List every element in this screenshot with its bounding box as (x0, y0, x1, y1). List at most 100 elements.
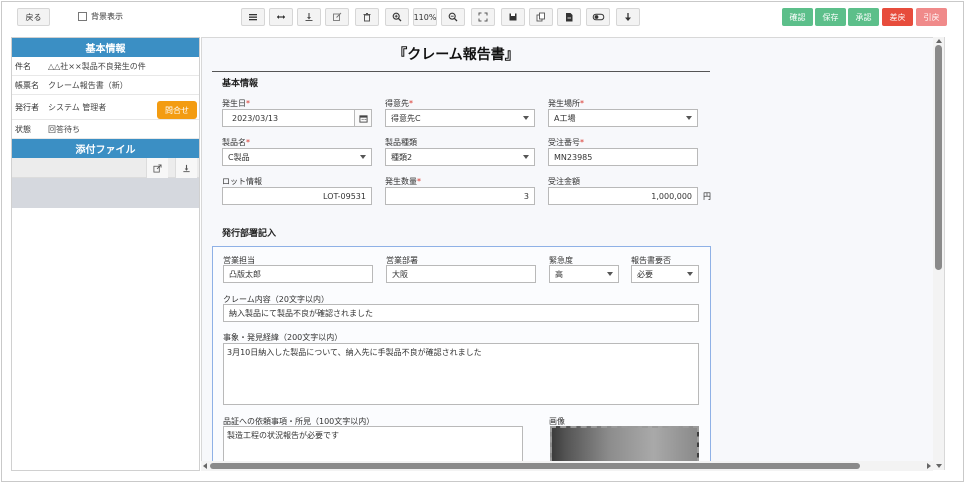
list-icon (249, 14, 257, 21)
attachment-toolbar (12, 158, 199, 178)
product-type-value: 種類2 (391, 152, 413, 162)
checkbox[interactable] (78, 12, 87, 21)
approve-button[interactable]: 承認 (848, 8, 879, 26)
zoom-in-button[interactable] (385, 8, 409, 26)
download-icon (183, 164, 190, 172)
zoom-level: 110% (413, 8, 437, 26)
info-key: 発行者 (15, 102, 39, 112)
file-button[interactable] (557, 8, 581, 26)
zoom-out-icon (448, 12, 458, 22)
scroll-up-icon[interactable] (936, 39, 942, 43)
scroll-right-icon[interactable] (927, 463, 931, 469)
lot-info-input[interactable]: LOT-09531 (222, 187, 372, 205)
product-type-label: 製品種類 (385, 138, 417, 147)
customer-select[interactable]: 得意先C (385, 109, 535, 127)
dept-section-heading: 発行部署記入 (222, 229, 277, 239)
document-title: 『クレーム報告書』 (393, 47, 519, 63)
back-button[interactable]: 戻る (17, 8, 50, 26)
calendar-icon (358, 114, 368, 123)
chevron-down-icon (360, 155, 366, 159)
trash-icon (363, 13, 371, 22)
info-row-subject: 件名 △△社××製品不良発生の件 (12, 57, 199, 76)
urgency-value: 高 (555, 269, 563, 279)
fit-page-button[interactable] (471, 8, 495, 26)
zoom-level-text: 110% (413, 12, 437, 22)
dept-entry-box: 営業担当 凸版太郎 営業部署 大阪 緊急度 高 報告書要否 必要 クレーム内容（… (212, 246, 711, 469)
scroll-down-icon[interactable] (936, 464, 942, 468)
delete-button[interactable] (355, 8, 379, 26)
order-number-input[interactable]: MN23985 (548, 148, 698, 166)
report-needed-value: 必要 (637, 269, 653, 279)
order-amount-input[interactable]: 1,000,000 (548, 187, 698, 205)
occurrence-date-value: 2023/03/13 (232, 113, 279, 123)
calendar-button[interactable] (354, 110, 371, 126)
vertical-scrollbar[interactable] (933, 37, 944, 470)
quantity-label: 発生数量* (385, 177, 421, 186)
customer-value: 得意先C (391, 113, 421, 123)
move-down-button[interactable] (616, 8, 640, 26)
product-type-select[interactable]: 種類2 (385, 148, 535, 166)
background-display-label: 背景表示 (91, 12, 123, 21)
sales-dept-input[interactable]: 大阪 (386, 265, 536, 283)
copy-button[interactable] (529, 8, 553, 26)
save-icon (509, 13, 517, 21)
file-icon (566, 13, 573, 22)
info-row-form-name: 帳票名 クレーム報告書（新） (12, 76, 199, 95)
chevron-down-icon (607, 272, 613, 276)
attachments-header: 添付ファイル (12, 139, 199, 158)
info-panel: 基本情報 件名 △△社××製品不良発生の件 帳票名 クレーム報告書（新） 発行者… (11, 37, 200, 471)
reject-button[interactable]: 差戻 (882, 8, 913, 26)
list-button[interactable] (241, 8, 265, 26)
info-row-status: 状態 回答待ち (12, 120, 199, 139)
info-key: 状態 (15, 124, 31, 134)
customer-label: 得意先* (385, 99, 413, 108)
product-name-select[interactable]: C製品 (222, 148, 372, 166)
vertical-scroll-thumb[interactable] (935, 45, 942, 270)
top-toolbar: 戻る 背景表示 110% 確認 保存 承認 差戻 引戻 (0, 0, 966, 34)
order-number-label: 受注番号* (548, 138, 584, 147)
attachment-list[interactable] (12, 178, 199, 208)
basic-info-header: 基本情報 (12, 38, 199, 57)
confirm-button[interactable]: 確認 (782, 8, 813, 26)
background-display-toggle[interactable]: 背景表示 (78, 11, 123, 22)
chevron-down-icon (686, 116, 692, 120)
withdraw-button[interactable]: 引戻 (916, 8, 947, 26)
save-file-button[interactable] (501, 8, 525, 26)
inquiry-button[interactable]: 問合せ (157, 101, 197, 119)
chevron-down-icon (523, 116, 529, 120)
location-label: 発生場所* (548, 99, 584, 108)
download-icon (305, 13, 313, 21)
lot-info-label: ロット情報 (222, 177, 262, 186)
sales-person-value: 凸版太郎 (229, 269, 261, 279)
save-button[interactable]: 保存 (815, 8, 846, 26)
edit-button[interactable] (325, 8, 349, 26)
arrows-horizontal-icon (277, 15, 285, 19)
urgency-select[interactable]: 高 (549, 265, 619, 283)
horizontal-scrollbar[interactable] (201, 461, 933, 471)
copy-icon (536, 12, 545, 22)
fit-icon (478, 12, 488, 22)
zoom-in-icon (392, 12, 402, 22)
download-button[interactable] (297, 8, 321, 26)
arrow-down-icon (625, 13, 631, 21)
scroll-left-icon[interactable] (203, 463, 207, 469)
quantity-input[interactable]: 3 (385, 187, 535, 205)
horizontal-scroll-thumb[interactable] (210, 463, 860, 469)
info-key: 件名 (15, 61, 31, 71)
sales-person-input[interactable]: 凸版太郎 (223, 265, 373, 283)
info-value: 回答待ち (48, 124, 80, 134)
toggle-button[interactable] (586, 8, 610, 26)
fit-width-button[interactable] (269, 8, 293, 26)
claim-content-input[interactable]: 納入製品にて製品不良が確認されました (223, 304, 699, 322)
lot-info-value: LOT-09531 (323, 191, 366, 201)
download-attachment-button[interactable] (175, 158, 197, 178)
location-select[interactable]: A工場 (548, 109, 698, 127)
open-attachment-button[interactable] (146, 158, 168, 178)
report-needed-select[interactable]: 必要 (631, 265, 699, 283)
zoom-out-button[interactable] (441, 8, 465, 26)
info-key: 帳票名 (15, 80, 39, 90)
history-textarea[interactable]: 3月10日納入した製品について、納入先に手製品不良が確認されました (223, 343, 699, 405)
toggle-icon (592, 13, 604, 21)
chevron-down-icon (687, 272, 693, 276)
occurrence-date-input[interactable]: 2023/03/13 (222, 109, 372, 127)
